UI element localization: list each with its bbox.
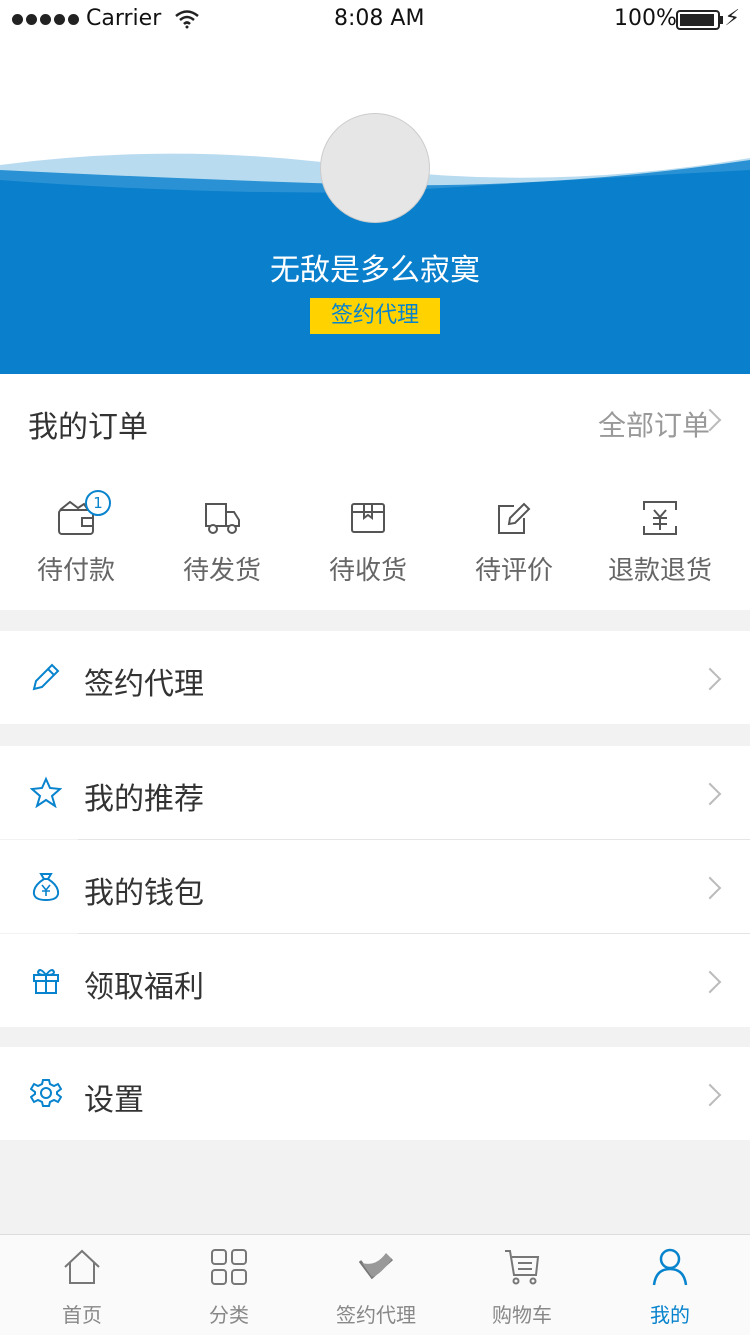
- box-icon: [351, 503, 385, 533]
- tab-cart[interactable]: 购物车: [447, 1235, 597, 1335]
- menu-item-my-recommend[interactable]: 我的推荐: [0, 746, 750, 839]
- home-icon: [64, 1249, 100, 1284]
- signal-dots-icon: [12, 14, 79, 25]
- chevron-right-icon: [698, 876, 722, 900]
- tab-label: 我的: [650, 1303, 690, 1327]
- agent-icon: [358, 1253, 394, 1280]
- edit-icon: [498, 502, 531, 534]
- gift-icon: [33, 969, 59, 994]
- chevron-right-icon: [698, 667, 722, 691]
- tab-sign-agent[interactable]: 签约代理: [301, 1235, 451, 1335]
- tab-me[interactable]: 我的: [595, 1235, 745, 1335]
- battery-icon: [676, 10, 720, 30]
- menu-item-label: 我的推荐: [84, 782, 204, 817]
- pencil-icon: [32, 663, 60, 691]
- charging-icon: ⚡: [724, 6, 740, 31]
- gear-icon: [30, 1079, 62, 1107]
- order-status-label: 待收货: [328, 556, 407, 586]
- pending-payment-badge: 1: [85, 490, 111, 516]
- wifi-icon: [175, 10, 199, 29]
- battery-percent: 100%: [614, 6, 677, 31]
- menu-item-my-wallet[interactable]: 我的钱包: [0, 840, 750, 933]
- user-icon: [652, 1248, 688, 1286]
- menu-item-settings[interactable]: 设置: [0, 1047, 750, 1140]
- menu-item-label: 设置: [84, 1083, 144, 1118]
- order-status-label: 退款退货: [607, 556, 712, 586]
- bottom-tab-bar: 首页 分类 签约代理 购物车 我的: [0, 1234, 750, 1335]
- tab-label: 首页: [62, 1303, 102, 1327]
- chevron-right-icon: [698, 1083, 722, 1107]
- tab-label: 分类: [209, 1303, 249, 1327]
- status-bar: Carrier 8:08 AM 100% ⚡: [0, 0, 750, 40]
- chevron-right-icon: [698, 970, 722, 994]
- order-status-bar: 1 待付款 待发货 待收货 待评价 退款退货: [0, 462, 750, 610]
- profile-header: 无敌是多么寂寞 签约代理: [0, 40, 750, 374]
- order-status-label: 待付款: [36, 556, 115, 586]
- tab-home[interactable]: 首页: [7, 1235, 157, 1335]
- menu-item-sign-agent[interactable]: 签约代理: [0, 631, 750, 724]
- star-icon: [30, 776, 62, 808]
- tab-categories[interactable]: 分类: [154, 1235, 304, 1335]
- username: 无敌是多么寂寞: [270, 253, 480, 288]
- order-status-label: 待评价: [474, 556, 553, 586]
- avatar[interactable]: [320, 113, 430, 223]
- carrier-label: Carrier: [86, 6, 162, 31]
- all-orders-link[interactable]: 全部订单: [598, 404, 710, 444]
- truck-icon: [205, 503, 240, 534]
- orders-title: 我的订单: [28, 410, 148, 445]
- tab-label: 签约代理: [336, 1303, 416, 1327]
- refund-icon: [643, 501, 677, 535]
- order-status-label: 待发货: [182, 556, 261, 586]
- sign-agent-button[interactable]: 签约代理: [310, 298, 440, 334]
- menu-item-label: 领取福利: [84, 970, 204, 1005]
- chevron-right-icon: [698, 782, 722, 806]
- battery-cap: [720, 16, 723, 24]
- clock: 8:08 AM: [334, 6, 425, 31]
- money-bag-icon: [32, 873, 60, 902]
- menu-item-label: 签约代理: [84, 667, 204, 702]
- my-orders-header[interactable]: 我的订单 全部订单: [0, 374, 750, 463]
- tab-label: 购物车: [492, 1303, 552, 1327]
- grid-icon: [211, 1249, 247, 1285]
- menu-item-label: 我的钱包: [84, 876, 204, 911]
- cart-icon: [505, 1250, 540, 1285]
- menu-item-get-welfare[interactable]: 领取福利: [0, 934, 750, 1027]
